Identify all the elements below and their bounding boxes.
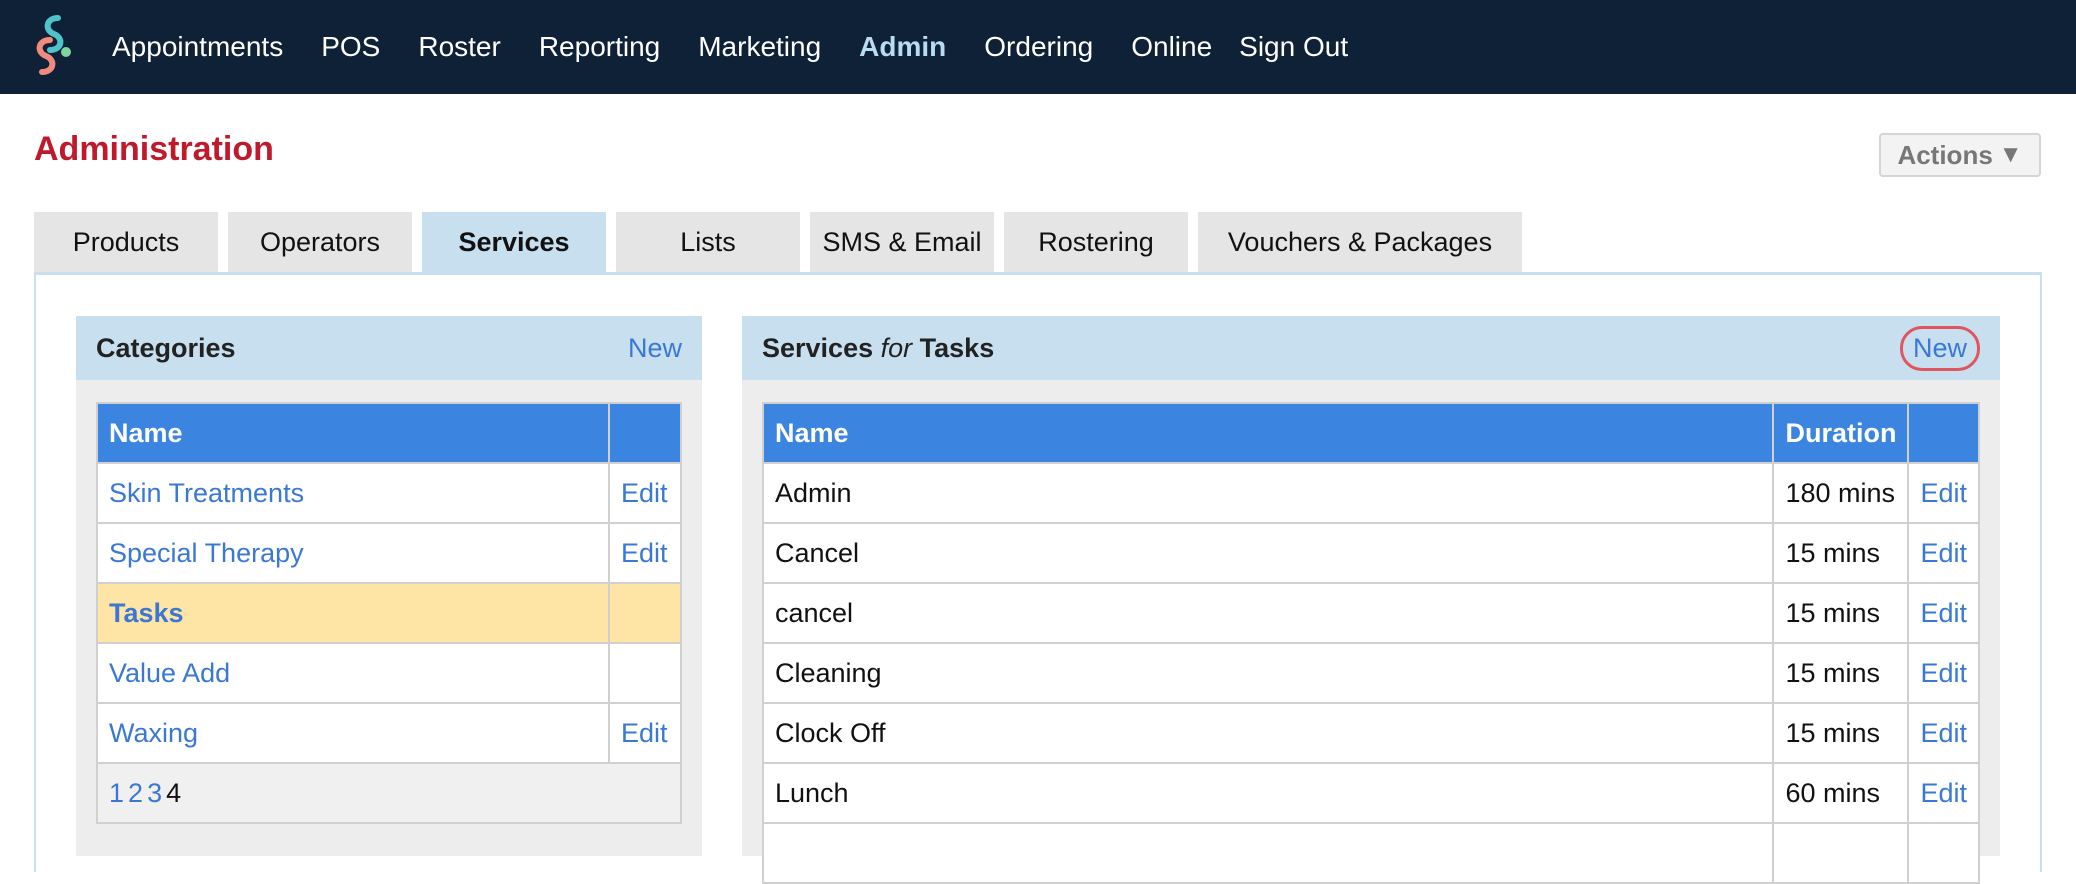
table-row: Clock Off 15 mins Edit [761,702,1980,764]
top-navigation: Appointments POS Roster Reporting Market… [0,0,2076,94]
service-name: Lunch [761,762,1775,824]
tab-lists[interactable]: Lists [616,212,800,272]
service-duration [1772,822,1910,884]
actions-label: Actions [1897,139,1993,170]
table-row: cancel 15 mins Edit [761,582,1980,644]
service-duration: 15 mins [1772,522,1910,584]
table-row: Waxing Edit [96,702,682,764]
service-duration: 60 mins [1772,762,1910,824]
nav-roster[interactable]: Roster [418,31,500,63]
category-edit-cell [608,642,682,704]
page-link-2[interactable]: 2 [128,778,143,808]
service-duration: 180 mins [1772,462,1910,524]
tab-rostering[interactable]: Rostering [1004,212,1188,272]
triangle-down-icon: ▼ [1998,141,2023,168]
service-edit-cell [1907,822,1980,884]
services-title-category: Tasks [919,332,995,363]
service-name: Clock Off [761,702,1775,764]
app-logo-icon[interactable] [28,12,78,78]
category-edit-link[interactable]: Edit [608,702,682,764]
column-header-actions [1907,402,1980,464]
categories-table: Name Skin Treatments Edit Special Therap… [96,402,682,824]
category-name-link[interactable]: Special Therapy [96,522,610,584]
table-row: Skin Treatments Edit [96,462,682,524]
service-edit-link[interactable]: Edit [1907,762,1980,824]
service-name: Cleaning [761,642,1775,704]
column-header-name: Name [761,402,1775,464]
table-header-row: Name Duration [761,402,1980,464]
service-edit-link[interactable]: Edit [1907,642,1980,704]
table-row-partial [761,822,1980,884]
table-row: Special Therapy Edit [96,522,682,584]
service-name: Cancel [761,522,1775,584]
column-header-name: Name [96,402,610,464]
table-row: Cancel 15 mins Edit [761,522,1980,584]
table-row: Cleaning 15 mins Edit [761,642,1980,704]
column-header-actions [608,402,682,464]
table-row: Value Add [96,642,682,704]
categories-header: Categories New [76,316,702,380]
service-edit-link[interactable]: Edit [1907,582,1980,644]
table-row: Admin 180 mins Edit [761,462,1980,524]
nav-pos[interactable]: POS [321,31,380,63]
category-edit-cell [608,582,682,644]
tab-operators[interactable]: Operators [228,212,412,272]
nav-admin[interactable]: Admin [859,31,946,63]
column-header-duration: Duration [1772,402,1910,464]
pagination-row: 1234 [96,762,682,824]
services-title-prefix: Services [762,332,874,363]
table-header-row: Name [96,402,682,464]
nav-reporting[interactable]: Reporting [539,31,660,63]
category-name-link[interactable]: Waxing [96,702,610,764]
nav-appointments[interactable]: Appointments [112,31,283,63]
service-edit-link[interactable]: Edit [1907,702,1980,764]
categories-panel: Categories New Name Skin Treatments Edit… [76,316,702,856]
services-title-for: for [880,332,913,363]
current-page: 4 [166,777,182,808]
category-name-link[interactable]: Value Add [96,642,610,704]
new-category-link[interactable]: New [628,333,682,364]
page-title: Administration [34,130,274,168]
tab-vouchers-packages[interactable]: Vouchers & Packages [1198,212,1522,272]
pagination: 1234 [96,762,682,824]
page-link-3[interactable]: 3 [147,778,162,808]
services-header: Services for Tasks New [742,316,2000,380]
service-duration: 15 mins [1772,642,1910,704]
services-table: Name Duration Admin 180 mins Edit Cancel… [761,402,1980,884]
tab-sms-email[interactable]: SMS & Email [810,212,994,272]
nav-sign-out[interactable]: Sign Out [1239,31,1348,63]
services-title: Services for Tasks [762,333,1900,364]
new-service-link[interactable]: New [1899,325,1980,371]
page-link-1[interactable]: 1 [109,778,124,808]
tab-underline [34,272,2042,275]
tab-products[interactable]: Products [34,212,218,272]
categories-title: Categories [96,332,236,363]
service-duration: 15 mins [1772,702,1910,764]
service-edit-link[interactable]: Edit [1907,462,1980,524]
service-duration: 15 mins [1772,582,1910,644]
table-row-selected: Tasks [96,582,682,644]
nav-online[interactable]: Online [1131,31,1212,63]
category-name-link[interactable]: Skin Treatments [96,462,610,524]
category-name-selected[interactable]: Tasks [96,582,610,644]
nav-ordering[interactable]: Ordering [984,31,1093,63]
category-edit-link[interactable]: Edit [608,462,682,524]
services-panel: Services for Tasks New Name Duration Adm… [742,316,2000,884]
tab-services[interactable]: Services [422,212,606,272]
service-edit-link[interactable]: Edit [1907,522,1980,584]
service-name [761,822,1775,884]
actions-button[interactable]: Actions ▼ [1879,133,2041,177]
category-edit-link[interactable]: Edit [608,522,682,584]
table-row: Lunch 60 mins Edit [761,762,1980,824]
service-name: cancel [761,582,1775,644]
service-name: Admin [761,462,1775,524]
nav-marketing[interactable]: Marketing [698,31,821,63]
